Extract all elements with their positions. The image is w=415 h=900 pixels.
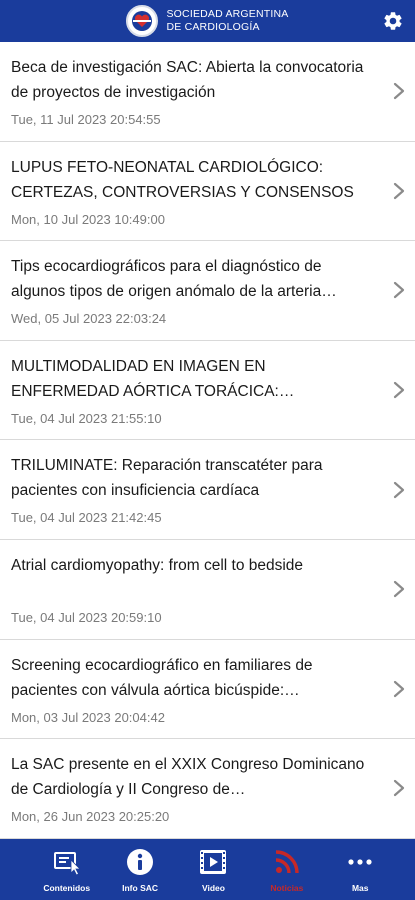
news-item[interactable]: LUPUS FETO-NEONATAL CARDIOLÓGICO: CERTEZ…: [0, 142, 415, 242]
news-item[interactable]: TRILUMINATE: Reparación transcatéter par…: [0, 440, 415, 540]
news-title: Tips ecocardiográficos para el diagnósti…: [11, 258, 337, 301]
tab-label: Info SAC: [122, 883, 159, 893]
news-title: LUPUS FETO-NEONATAL CARDIOLÓGICO: CERTEZ…: [11, 158, 354, 201]
org-name-line2: DE CARDIOLOGÍA: [166, 21, 260, 33]
news-title: Beca de investigación SAC: Abierta la co…: [11, 59, 364, 101]
news-item[interactable]: Screening ecocardiográfico en familiares…: [0, 640, 415, 740]
tab-mas[interactable]: Mas: [325, 847, 395, 893]
chevron-right-icon: [393, 581, 405, 598]
news-title: Screening ecocardiográfico en familiares…: [11, 656, 313, 699]
settings-button[interactable]: [382, 10, 404, 32]
news-item[interactable]: MULTIMODALIDAD EN IMAGEN EN ENFERMEDAD A…: [0, 341, 415, 441]
video-icon: [198, 847, 228, 877]
tab-noticias[interactable]: Noticias: [252, 847, 322, 893]
news-item[interactable]: La SAC presente en el XXIX Congreso Domi…: [0, 739, 415, 839]
news-date: Wed, 05 Jul 2023 22:03:24: [11, 311, 167, 327]
chevron-right-icon: [393, 481, 405, 498]
news-date: Tue, 04 Jul 2023 21:42:45: [11, 510, 162, 526]
news-title: TRILUMINATE: Reparación transcatéter par…: [11, 457, 323, 500]
chevron-right-icon: [393, 381, 405, 399]
chevron-right-icon: [393, 282, 405, 299]
news-item[interactable]: Tips ecocardiográficos para el diagnósti…: [0, 241, 415, 341]
sac-logo: [126, 5, 159, 37]
sac-logo-group: SOCIEDAD ARGENTINA DE CARDIOLOGÍA: [126, 5, 288, 37]
tab-label: Mas: [351, 883, 369, 893]
tab-video[interactable]: Video: [178, 847, 248, 893]
news-item[interactable]: Atrial cardiomyopathy: from cell to beds…: [0, 540, 415, 640]
chevron-right-icon: [393, 680, 405, 697]
tab-contenidos[interactable]: Contenidos: [32, 847, 102, 893]
news-title: La SAC presente en el XXIX Congreso Domi…: [11, 756, 365, 799]
gear-icon: [384, 12, 402, 30]
chevron-right-icon: [393, 83, 405, 100]
tab-label: Contenidos: [43, 883, 91, 893]
rss-icon: [272, 847, 302, 877]
contents-icon: [52, 847, 82, 877]
info-icon: [125, 847, 155, 877]
news-item[interactable]: Beca de investigación SAC: Abierta la co…: [0, 42, 415, 142]
app-header: SOCIEDAD ARGENTINA DE CARDIOLOGÍA: [0, 0, 415, 42]
news-date: Tue, 11 Jul 2023 20:54:55: [11, 112, 161, 127]
news-title: MULTIMODALIDAD EN IMAGEN EN ENFERMEDAD A…: [11, 357, 295, 400]
org-name: SOCIEDAD ARGENTINA DE CARDIOLOGÍA: [166, 8, 288, 34]
news-list[interactable]: Beca de investigación SAC: Abierta la co…: [0, 42, 415, 839]
news-title: Atrial cardiomyopathy: from cell to beds…: [11, 556, 304, 574]
chevron-right-icon: [393, 780, 405, 797]
tab-info-sac[interactable]: Info SAC: [105, 847, 175, 893]
news-date: Mon, 10 Jul 2023 10:49:00: [11, 211, 165, 227]
more-icon: [345, 847, 375, 877]
news-date: Tue, 04 Jul 2023 20:59:10: [11, 609, 162, 625]
org-name-line1: SOCIEDAD ARGENTINA: [166, 8, 289, 20]
tab-label: Video: [201, 883, 225, 893]
bottom-tab-bar: Contenidos Info SAC Video Noticias Mas: [0, 839, 415, 900]
news-date: Mon, 03 Jul 2023 20:04:42: [11, 709, 165, 725]
tab-label: Noticias: [270, 883, 304, 893]
news-date: Tue, 04 Jul 2023 21:55:10: [11, 410, 162, 426]
news-date: Mon, 26 Jun 2023 20:25:20: [11, 809, 170, 825]
chevron-right-icon: [393, 182, 405, 199]
